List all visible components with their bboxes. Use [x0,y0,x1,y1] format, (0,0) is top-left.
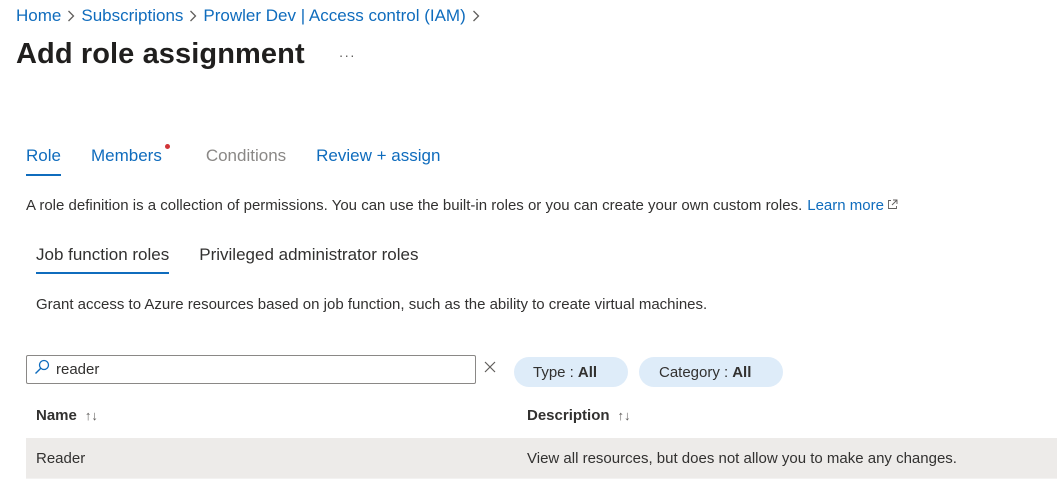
tab-review-assign[interactable]: Review + assign [316,146,440,176]
category-filter-label: Category : [659,363,729,381]
tab-role[interactable]: Role [26,146,61,176]
chevron-right-icon [183,10,203,22]
breadcrumb-home[interactable]: Home [16,6,61,26]
category-filter-pill[interactable]: Category : All [639,357,783,387]
title-row: Add role assignment ··· [16,38,360,71]
role-type-tabs: Job function roles Privileged administra… [36,245,448,274]
search-icon [34,359,50,380]
role-search-box[interactable] [26,355,476,384]
type-filter-label: Type : [533,363,574,381]
breadcrumb: Home Subscriptions Prowler Dev | Access … [16,6,486,26]
search-input[interactable] [56,361,456,378]
breadcrumb-subscriptions[interactable]: Subscriptions [81,6,183,26]
role-name-cell: Reader [36,450,86,467]
table-row[interactable]: Reader View all resources, but does not … [26,438,1057,478]
column-header-name-label: Name [36,407,77,424]
type-filter-value: All [577,363,598,381]
tab-review-assign-label: Review + assign [316,146,441,165]
tab-job-function-roles[interactable]: Job function roles [36,245,170,274]
more-options-button[interactable]: ··· [335,45,360,65]
table-row-divider [26,478,1057,492]
column-header-description[interactable]: Description ↑↓ [527,407,631,424]
tab-conditions-label: Conditions [205,146,287,165]
role-description-text: A role definition is a collection of per… [26,197,803,214]
tab-members[interactable]: Members [90,144,170,176]
page-title: Add role assignment [16,38,305,70]
tab-members-label: Members [90,146,162,165]
grant-description: Grant access to Azure resources based on… [36,296,708,313]
tab-conditions: Conditions [206,146,286,176]
type-filter-pill[interactable]: Type : All [514,357,628,387]
wizard-tabs: Role Members Conditions Review + assign [26,144,470,176]
category-filter-value: All [732,363,752,381]
column-header-description-label: Description [527,407,610,424]
external-link-icon [887,199,898,213]
role-description: A role definition is a collection of per… [26,197,898,214]
sort-icon: ↑↓ [617,408,631,423]
chevron-right-icon [466,10,486,22]
sort-icon: ↑↓ [84,408,98,423]
tab-privileged-admin-roles[interactable]: Privileged administrator roles [199,245,418,274]
column-header-name[interactable]: Name ↑↓ [36,407,98,424]
required-dot-icon [164,144,170,149]
breadcrumb-access-control[interactable]: Prowler Dev | Access control (IAM) [203,6,465,26]
role-description-cell: View all resources, but does not allow y… [527,450,957,467]
learn-more-link[interactable]: Learn more [807,197,884,214]
tab-role-label: Role [26,146,61,165]
chevron-right-icon [61,10,81,22]
clear-search-icon[interactable] [484,359,496,376]
